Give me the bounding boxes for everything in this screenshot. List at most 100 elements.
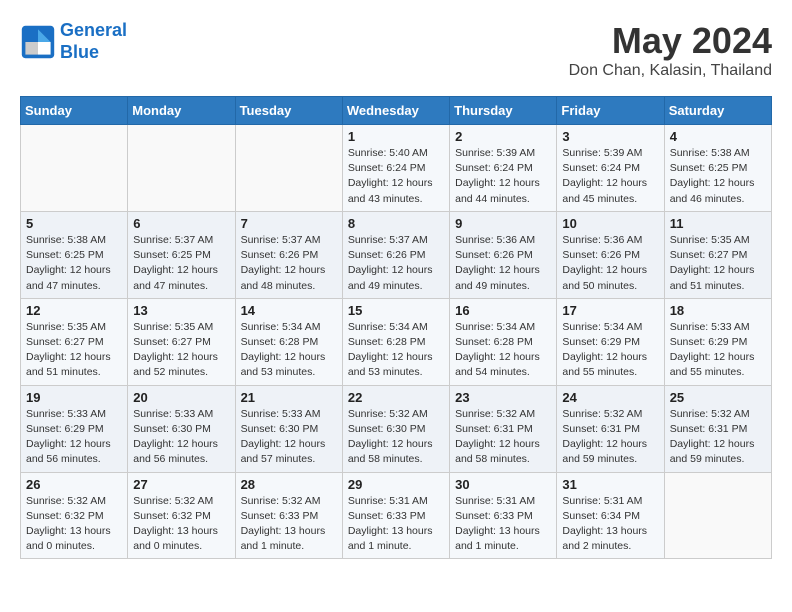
calendar-cell: 10Sunrise: 5:36 AM Sunset: 6:26 PM Dayli…: [557, 211, 664, 298]
calendar-week-row: 1 Sunrise: 5:40 AM Sunset: 6:24 PM Daylig…: [21, 125, 772, 212]
day-info: Sunrise: 5:40 AM Sunset: 6:24 PM Dayligh…: [348, 146, 444, 207]
day-number: 6: [133, 216, 229, 231]
day-info: Sunrise: 5:36 AM Sunset: 6:26 PM Dayligh…: [455, 233, 551, 294]
day-number: 29: [348, 477, 444, 492]
calendar-cell: 3Sunrise: 5:39 AM Sunset: 6:24 PM Daylig…: [557, 125, 664, 212]
title-block: May 2024 Don Chan, Kalasin, Thailand: [569, 20, 772, 80]
logo-icon: [20, 24, 56, 60]
day-number: 2: [455, 129, 551, 144]
logo-line2: Blue: [60, 42, 99, 62]
day-info: Sunrise: 5:33 AM Sunset: 6:29 PM Dayligh…: [670, 320, 766, 381]
calendar-cell: 6Sunrise: 5:37 AM Sunset: 6:25 PM Daylig…: [128, 211, 235, 298]
calendar-cell: 12 Sunrise: 5:35 AM Sunset: 6:27 PM Dayli…: [21, 298, 128, 385]
calendar-cell: 30 Sunrise: 5:31 AM Sunset: 6:33 PM Dayli…: [450, 472, 557, 559]
calendar-cell: 31 Sunrise: 5:31 AM Sunset: 6:34 PM Dayli…: [557, 472, 664, 559]
col-header-sunday: Sunday: [21, 97, 128, 125]
day-info: Sunrise: 5:32 AM Sunset: 6:31 PM Dayligh…: [670, 407, 766, 468]
calendar-cell: 5Sunrise: 5:38 AM Sunset: 6:25 PM Daylig…: [21, 211, 128, 298]
day-number: 4: [670, 129, 766, 144]
month-year: May 2024: [569, 20, 772, 62]
logo-text: General Blue: [60, 20, 127, 63]
day-number: 31: [562, 477, 658, 492]
calendar-cell: 29 Sunrise: 5:31 AM Sunset: 6:33 PM Dayli…: [342, 472, 449, 559]
day-info: Sunrise: 5:32 AM Sunset: 6:33 PM Dayligh…: [241, 494, 337, 555]
day-number: 24: [562, 390, 658, 405]
calendar-cell: 14 Sunrise: 5:34 AM Sunset: 6:28 PM Dayli…: [235, 298, 342, 385]
calendar-week-row: 12 Sunrise: 5:35 AM Sunset: 6:27 PM Dayli…: [21, 298, 772, 385]
day-number: 22: [348, 390, 444, 405]
day-info: Sunrise: 5:35 AM Sunset: 6:27 PM Dayligh…: [670, 233, 766, 294]
day-number: 11: [670, 216, 766, 231]
calendar-cell: 4Sunrise: 5:38 AM Sunset: 6:25 PM Daylig…: [664, 125, 771, 212]
day-info: Sunrise: 5:31 AM Sunset: 6:33 PM Dayligh…: [348, 494, 444, 555]
calendar-cell: [128, 125, 235, 212]
day-number: 16: [455, 303, 551, 318]
calendar-cell: 15 Sunrise: 5:34 AM Sunset: 6:28 PM Dayli…: [342, 298, 449, 385]
day-info: Sunrise: 5:32 AM Sunset: 6:32 PM Dayligh…: [26, 494, 122, 555]
calendar-cell: [664, 472, 771, 559]
day-info: Sunrise: 5:34 AM Sunset: 6:28 PM Dayligh…: [348, 320, 444, 381]
day-number: 14: [241, 303, 337, 318]
calendar-cell: 21 Sunrise: 5:33 AM Sunset: 6:30 PM Dayli…: [235, 385, 342, 472]
day-info: Sunrise: 5:35 AM Sunset: 6:27 PM Dayligh…: [133, 320, 229, 381]
calendar-cell: 28 Sunrise: 5:32 AM Sunset: 6:33 PM Dayli…: [235, 472, 342, 559]
day-info: Sunrise: 5:35 AM Sunset: 6:27 PM Dayligh…: [26, 320, 122, 381]
day-number: 19: [26, 390, 122, 405]
calendar-cell: 22 Sunrise: 5:32 AM Sunset: 6:30 PM Dayli…: [342, 385, 449, 472]
calendar-cell: [21, 125, 128, 212]
day-info: Sunrise: 5:32 AM Sunset: 6:30 PM Dayligh…: [348, 407, 444, 468]
calendar-cell: 11 Sunrise: 5:35 AM Sunset: 6:27 PM Dayli…: [664, 211, 771, 298]
day-info: Sunrise: 5:39 AM Sunset: 6:24 PM Dayligh…: [455, 146, 551, 207]
day-info: Sunrise: 5:33 AM Sunset: 6:30 PM Dayligh…: [241, 407, 337, 468]
day-number: 7: [241, 216, 337, 231]
day-number: 21: [241, 390, 337, 405]
calendar-cell: 18 Sunrise: 5:33 AM Sunset: 6:29 PM Dayli…: [664, 298, 771, 385]
day-info: Sunrise: 5:37 AM Sunset: 6:26 PM Dayligh…: [241, 233, 337, 294]
calendar-cell: 17Sunrise: 5:34 AM Sunset: 6:29 PM Dayli…: [557, 298, 664, 385]
calendar-cell: 27Sunrise: 5:32 AM Sunset: 6:32 PM Dayli…: [128, 472, 235, 559]
page-header: General Blue May 2024 Don Chan, Kalasin,…: [20, 20, 772, 80]
day-number: 20: [133, 390, 229, 405]
calendar-header-row: SundayMondayTuesdayWednesdayThursdayFrid…: [21, 97, 772, 125]
day-number: 28: [241, 477, 337, 492]
calendar-cell: 20 Sunrise: 5:33 AM Sunset: 6:30 PM Dayli…: [128, 385, 235, 472]
day-info: Sunrise: 5:33 AM Sunset: 6:29 PM Dayligh…: [26, 407, 122, 468]
logo-line1: General: [60, 20, 127, 40]
day-number: 8: [348, 216, 444, 231]
day-info: Sunrise: 5:34 AM Sunset: 6:28 PM Dayligh…: [241, 320, 337, 381]
day-number: 3: [562, 129, 658, 144]
day-number: 18: [670, 303, 766, 318]
calendar-cell: 1 Sunrise: 5:40 AM Sunset: 6:24 PM Daylig…: [342, 125, 449, 212]
calendar-cell: 16 Sunrise: 5:34 AM Sunset: 6:28 PM Dayli…: [450, 298, 557, 385]
day-number: 12: [26, 303, 122, 318]
calendar-cell: 9 Sunrise: 5:36 AM Sunset: 6:26 PM Daylig…: [450, 211, 557, 298]
day-number: 13: [133, 303, 229, 318]
day-info: Sunrise: 5:31 AM Sunset: 6:33 PM Dayligh…: [455, 494, 551, 555]
calendar-week-row: 26 Sunrise: 5:32 AM Sunset: 6:32 PM Dayli…: [21, 472, 772, 559]
day-number: 17: [562, 303, 658, 318]
day-info: Sunrise: 5:31 AM Sunset: 6:34 PM Dayligh…: [562, 494, 658, 555]
calendar-cell: 2 Sunrise: 5:39 AM Sunset: 6:24 PM Daylig…: [450, 125, 557, 212]
day-number: 9: [455, 216, 551, 231]
day-info: Sunrise: 5:33 AM Sunset: 6:30 PM Dayligh…: [133, 407, 229, 468]
day-number: 25: [670, 390, 766, 405]
col-header-monday: Monday: [128, 97, 235, 125]
day-number: 27: [133, 477, 229, 492]
day-info: Sunrise: 5:36 AM Sunset: 6:26 PM Dayligh…: [562, 233, 658, 294]
calendar-cell: 26 Sunrise: 5:32 AM Sunset: 6:32 PM Dayli…: [21, 472, 128, 559]
day-number: 15: [348, 303, 444, 318]
day-number: 5: [26, 216, 122, 231]
day-number: 26: [26, 477, 122, 492]
calendar-cell: 8 Sunrise: 5:37 AM Sunset: 6:26 PM Daylig…: [342, 211, 449, 298]
day-number: 1: [348, 129, 444, 144]
day-number: 23: [455, 390, 551, 405]
day-info: Sunrise: 5:34 AM Sunset: 6:28 PM Dayligh…: [455, 320, 551, 381]
day-number: 30: [455, 477, 551, 492]
calendar-cell: [235, 125, 342, 212]
day-info: Sunrise: 5:32 AM Sunset: 6:31 PM Dayligh…: [455, 407, 551, 468]
col-header-friday: Friday: [557, 97, 664, 125]
col-header-wednesday: Wednesday: [342, 97, 449, 125]
day-info: Sunrise: 5:37 AM Sunset: 6:26 PM Dayligh…: [348, 233, 444, 294]
logo: General Blue: [20, 20, 127, 63]
calendar-table: SundayMondayTuesdayWednesdayThursdayFrid…: [20, 96, 772, 559]
